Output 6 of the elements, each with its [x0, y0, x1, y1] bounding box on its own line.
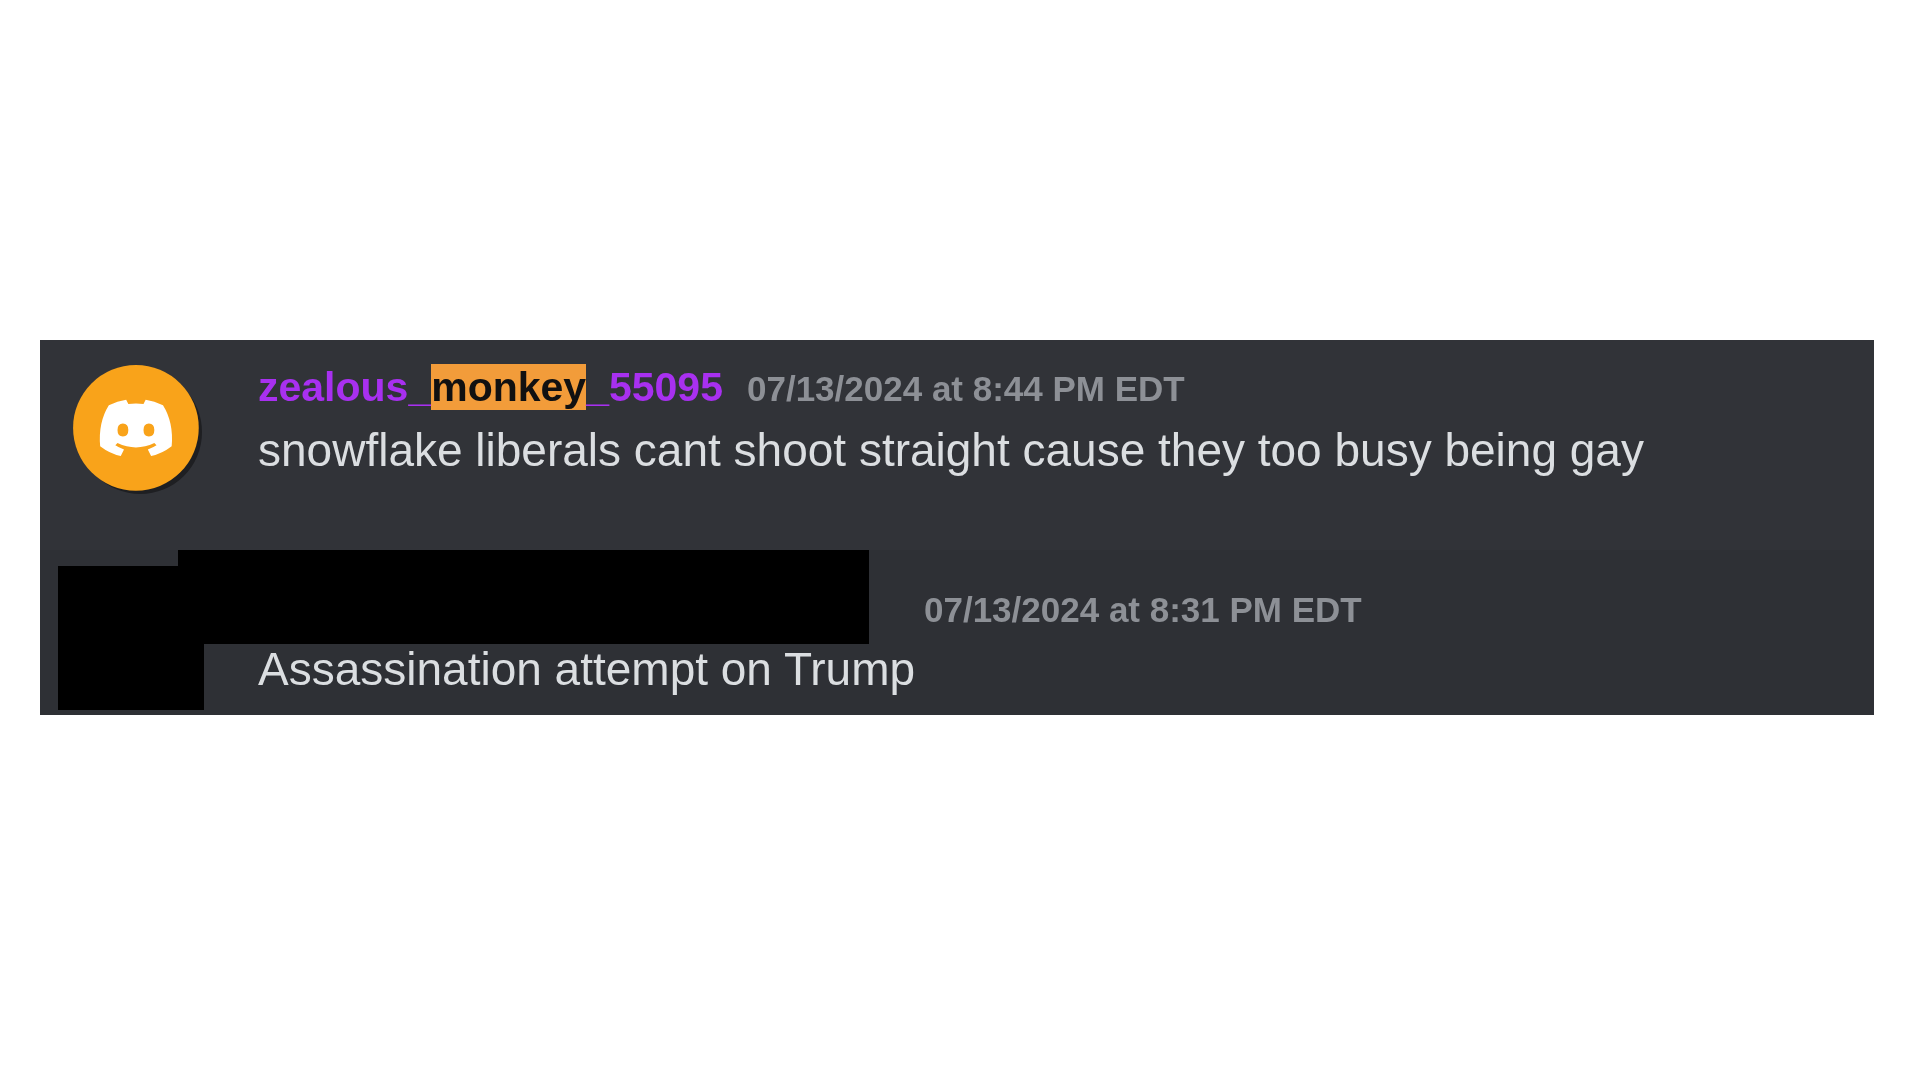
- message-text: snowflake liberals cant shoot straight cause they too busy being gay: [258, 423, 1644, 477]
- timestamp: 07/13/2024 at 8:31 PM EDT: [924, 590, 1362, 630]
- avatar-icon: [72, 364, 202, 494]
- message-text: Assassination attempt on Trump: [258, 642, 917, 696]
- timestamp: 07/13/2024 at 8:44 PM EDT: [747, 369, 1185, 409]
- username[interactable]: zealous_monkey_55095: [258, 364, 723, 411]
